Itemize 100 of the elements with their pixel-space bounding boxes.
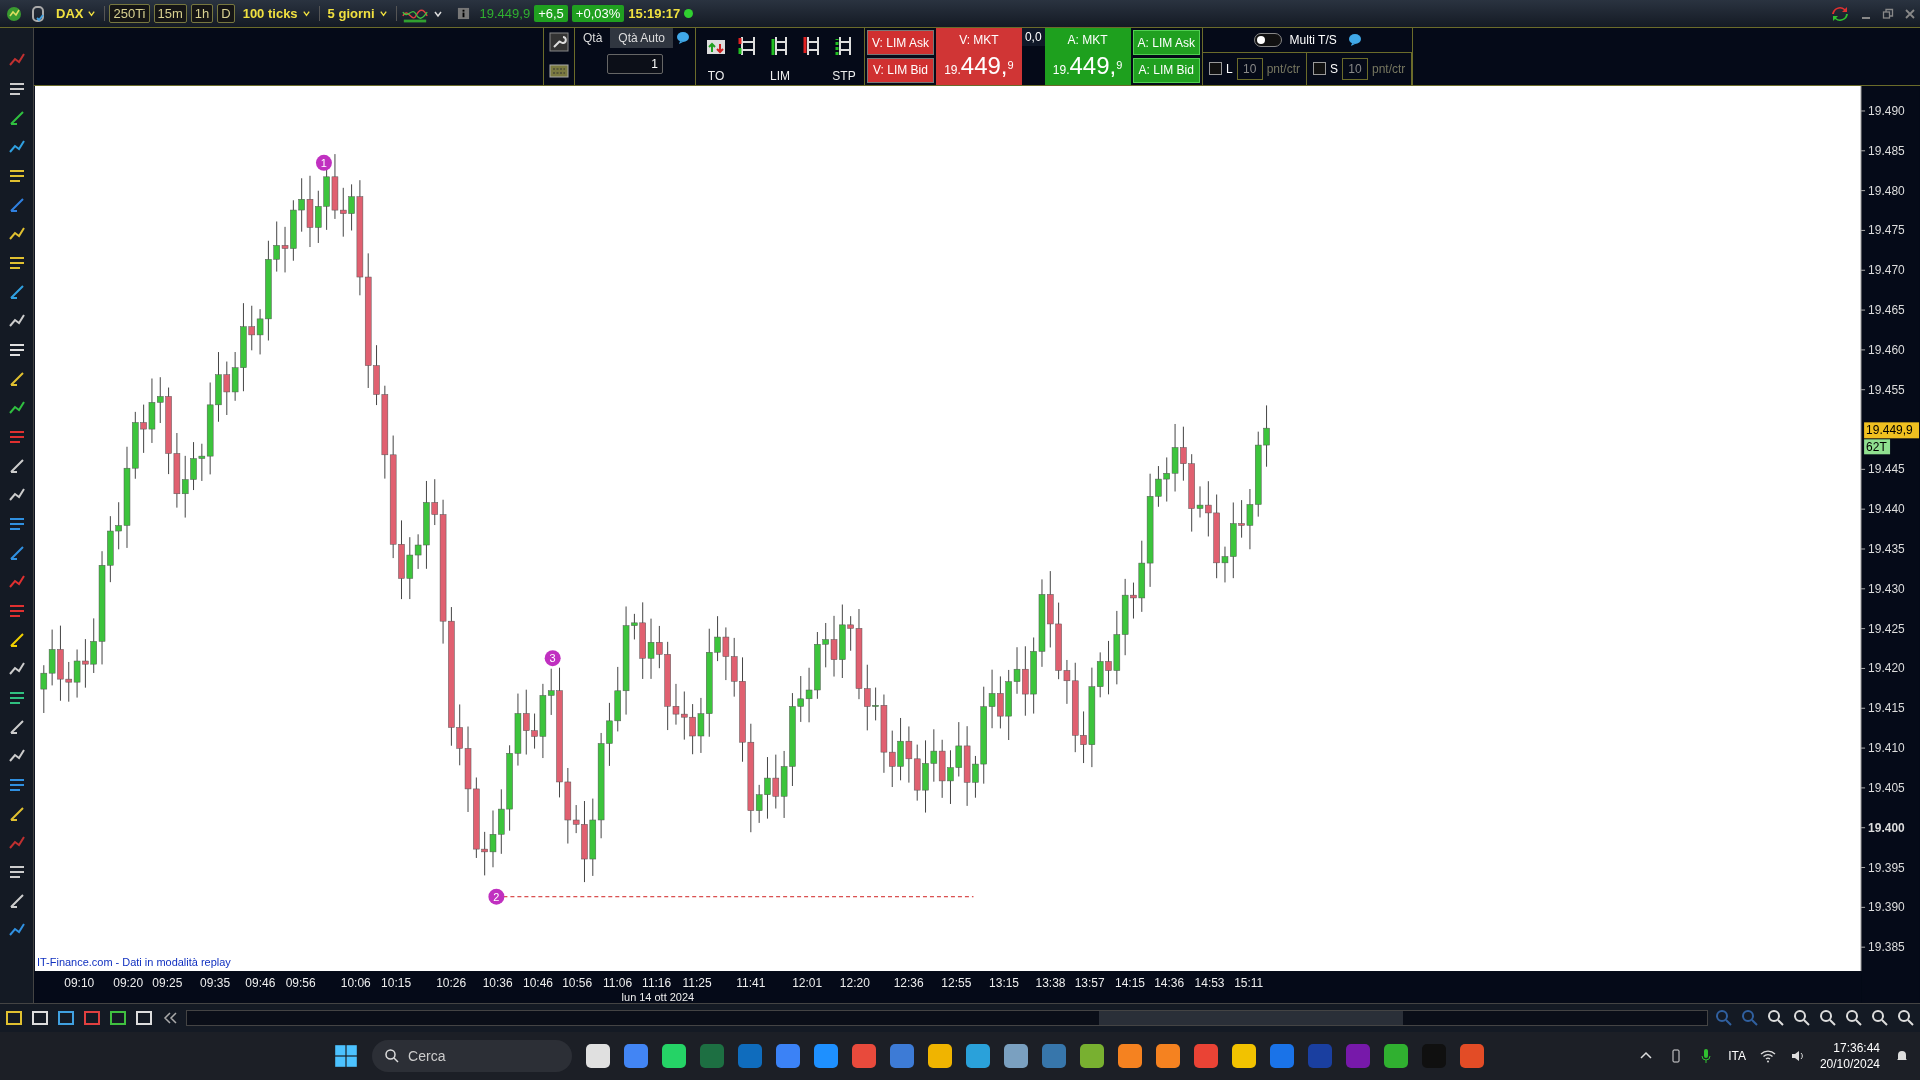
range-dropdown[interactable]: 5 giorni bbox=[323, 6, 397, 21]
time-axis-label: 10:46 bbox=[523, 976, 553, 990]
sell-market-button[interactable]: V: MKT 19.449,$^{9}$ bbox=[935, 28, 1022, 85]
time-axis-label: 15:11 bbox=[1234, 976, 1264, 990]
windows-start-icon[interactable] bbox=[334, 1044, 359, 1068]
zoom-tool-icon[interactable] bbox=[1818, 1008, 1838, 1028]
price-axis-label: 19.385 bbox=[1868, 940, 1905, 955]
sell-limit-bid-button[interactable]: V: LIM Bid bbox=[867, 57, 934, 83]
zoom-tool-icon[interactable] bbox=[1844, 1008, 1864, 1028]
time-axis-label: 14:53 bbox=[1194, 976, 1225, 990]
pivot-marker: 1 bbox=[315, 154, 332, 171]
timeframe-button[interactable]: D bbox=[217, 4, 235, 23]
time-axis-label: 12:20 bbox=[839, 976, 870, 990]
to-order-button[interactable]: TO bbox=[702, 28, 730, 85]
checkbox[interactable] bbox=[1313, 62, 1326, 76]
timeframe-button[interactable]: 250Ti bbox=[109, 4, 150, 23]
unit-label: pnt/ctr bbox=[1266, 61, 1300, 76]
caret-icon bbox=[87, 9, 97, 18]
symbol-dropdown[interactable]: DAX bbox=[52, 6, 106, 21]
info-icon[interactable] bbox=[456, 7, 470, 20]
price-axis-label: 19.490 bbox=[1868, 103, 1905, 118]
time-axis-label: 10:15 bbox=[381, 976, 412, 990]
search-field[interactable]: Cerca bbox=[372, 1040, 573, 1072]
time-axis-label: 13:57 bbox=[1074, 976, 1105, 990]
toolbar-tool-icon[interactable] bbox=[56, 1008, 76, 1028]
taskbar-app-icon[interactable] bbox=[1080, 1044, 1105, 1068]
chat-bubble-icon[interactable] bbox=[676, 31, 691, 45]
time-axis-label: 14:36 bbox=[1154, 976, 1185, 990]
wrench-icon[interactable] bbox=[549, 32, 569, 53]
taskbar-app-icon[interactable] bbox=[1384, 1044, 1409, 1068]
last-price: 19.449,9 bbox=[479, 6, 531, 21]
horizontal-scrollbar[interactable] bbox=[186, 1010, 1708, 1026]
unit-label: pnt/ctr bbox=[1372, 61, 1406, 76]
time-axis-label: 09:25 bbox=[152, 976, 183, 990]
checkbox[interactable] bbox=[1208, 62, 1222, 76]
taskbar-app-icon[interactable] bbox=[1004, 1044, 1029, 1068]
quantity-tab[interactable]: Qtà bbox=[575, 28, 611, 48]
toolbar-tool-icon[interactable] bbox=[134, 1008, 154, 1028]
taskbar-app-icon[interactable] bbox=[814, 1044, 839, 1068]
zoom-tool-icon[interactable] bbox=[1766, 1008, 1786, 1028]
time-axis-label: 10:56 bbox=[562, 976, 593, 990]
stop-distance-field[interactable]: 10 bbox=[1236, 57, 1263, 80]
pivot-marker: 3 bbox=[544, 650, 561, 667]
limit-order-button[interactable]: LIM bbox=[734, 28, 826, 85]
price-axis-label: 19.435 bbox=[1868, 541, 1905, 556]
taskbar-app-icon[interactable] bbox=[586, 1044, 611, 1068]
speaker-icon[interactable] bbox=[1789, 1048, 1806, 1064]
toolbar-tool-icon[interactable] bbox=[108, 1008, 128, 1028]
zoom-tool-icon[interactable] bbox=[1870, 1008, 1890, 1028]
period-dropdown[interactable]: 100 ticks bbox=[238, 6, 320, 21]
system-clock[interactable]: 17:36:44 20/10/2024 bbox=[1819, 1040, 1880, 1072]
date-label: lun 14 ott 2024 bbox=[621, 991, 695, 1003]
price-axis-label: 19.460 bbox=[1868, 342, 1905, 357]
taskbar-app-icon[interactable] bbox=[966, 1044, 991, 1068]
stop-order-button[interactable]: STP bbox=[830, 28, 858, 85]
time-axis-label: 13:15 bbox=[989, 976, 1020, 990]
stop-label: L bbox=[1225, 61, 1233, 76]
multi-ts-label: Multi T/S bbox=[1289, 33, 1337, 47]
toggle-switch[interactable] bbox=[1253, 33, 1282, 47]
time-axis-label: 11:41 bbox=[736, 976, 766, 990]
price-axis-label: 19.410 bbox=[1868, 741, 1905, 755]
time-axis-label: 11:25 bbox=[682, 976, 712, 990]
price-axis-label: 19.415 bbox=[1868, 701, 1905, 716]
quantity-tab[interactable]: Qtà Auto bbox=[610, 28, 674, 48]
sell-limit-ask-button[interactable]: V: LIM Ask bbox=[867, 30, 934, 55]
price-axis-label: 19.405 bbox=[1868, 780, 1905, 795]
taskbar-app-icon[interactable] bbox=[1156, 1044, 1181, 1068]
taskbar-app-icon[interactable] bbox=[1118, 1044, 1143, 1068]
taskbar-app-icon[interactable] bbox=[662, 1044, 687, 1068]
price-change-percent: +0,03% bbox=[571, 5, 625, 22]
time-axis-label: 09:10 bbox=[64, 976, 95, 990]
toolbar-tool-icon[interactable] bbox=[30, 1008, 50, 1028]
timeframe-button[interactable]: 1h bbox=[190, 4, 214, 23]
time-axis-label: 11:16 bbox=[642, 976, 672, 990]
time-axis-label: 10:36 bbox=[482, 976, 513, 990]
chat-bubble-icon[interactable] bbox=[1347, 33, 1362, 47]
time-axis-label: 09:46 bbox=[245, 976, 276, 990]
tick-count-tag: 62T bbox=[1864, 439, 1891, 455]
scrollbar-thumb[interactable] bbox=[1099, 1011, 1403, 1025]
zoom-tool-icon[interactable] bbox=[1792, 1008, 1812, 1028]
toolbar-tool-icon[interactable] bbox=[4, 1008, 24, 1028]
caret-icon bbox=[378, 9, 388, 18]
taskbar-app-icon[interactable] bbox=[1232, 1044, 1257, 1068]
price-axis-label: 19.445 bbox=[1868, 462, 1905, 477]
spread-value: 0,0 bbox=[1021, 28, 1045, 46]
taskbar-app-icon[interactable] bbox=[928, 1044, 953, 1068]
price-axis-label: 19.465 bbox=[1868, 303, 1905, 317]
price-axis-label: 19.390 bbox=[1868, 900, 1905, 915]
source-note: IT-Finance.com - Dati in modalità replay bbox=[36, 956, 231, 969]
stop-distance-field[interactable]: 10 bbox=[1342, 57, 1368, 80]
restore-icon[interactable] bbox=[1882, 7, 1894, 20]
price-axis-label: 19.420 bbox=[1868, 661, 1905, 676]
timeframe-button[interactable]: 15m bbox=[153, 4, 187, 23]
caret-icon bbox=[301, 9, 311, 18]
close-icon[interactable] bbox=[1904, 7, 1916, 20]
wifi-icon[interactable] bbox=[1759, 1048, 1776, 1064]
language-indicator[interactable]: ITA bbox=[1728, 1049, 1746, 1063]
quantity-field[interactable]: 1 bbox=[607, 54, 663, 74]
stop-label: S bbox=[1330, 61, 1338, 76]
zoom-tool-icon[interactable] bbox=[1896, 1008, 1916, 1028]
